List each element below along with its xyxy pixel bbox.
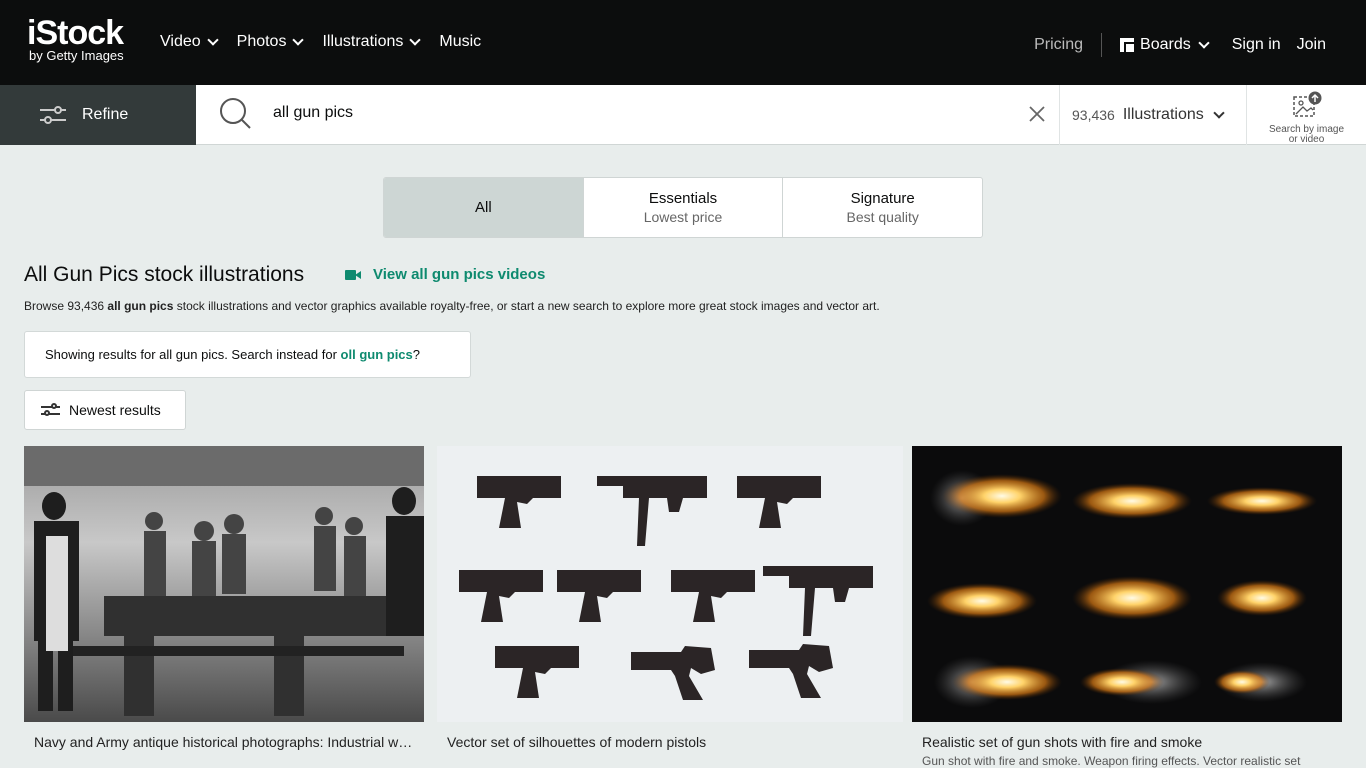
refine-label: Refine <box>82 106 129 123</box>
chevron-down-icon <box>1198 37 1210 49</box>
pricing-link[interactable]: Pricing <box>1034 36 1083 54</box>
video-camera-icon <box>345 269 361 280</box>
page-title: All Gun Pics stock illustrations <box>24 263 305 286</box>
chevron-down-icon <box>1213 107 1225 119</box>
search-by-image-label: Search by image or video <box>1268 124 1345 145</box>
nav-illustrations-label: Illustrations <box>322 33 404 50</box>
istock-logo[interactable]: iStock by Getty Images <box>27 16 124 63</box>
boards-button[interactable]: Boards <box>1120 36 1210 54</box>
nav-video-label: Video <box>160 33 201 50</box>
sort-label: Newest results <box>69 402 161 418</box>
asset-type-dropdown[interactable]: 93,436 Illustrations <box>1059 85 1246 145</box>
main-nav: Video Photos Illustrations Music <box>160 33 481 51</box>
sort-sliders-icon <box>41 403 60 417</box>
search-by-image-button[interactable]: Search by image or video <box>1246 85 1366 145</box>
nav-music[interactable]: Music <box>439 33 481 51</box>
view-videos-label: View all gun pics videos <box>373 266 546 283</box>
result-image[interactable] <box>912 446 1342 722</box>
result-caption[interactable]: Realistic set of gun shots with fire and… <box>922 734 1334 750</box>
browse-keyword: all gun pics <box>107 299 174 313</box>
nav-music-label: Music <box>439 33 482 50</box>
boards-label: Boards <box>1140 36 1191 53</box>
search-bar: Refine 93,436 Illustrations Search by im… <box>0 85 1366 145</box>
license-tabs: All Essentials Lowest price Signature Be… <box>383 177 983 238</box>
tab-essentials-sub: Lowest price <box>643 209 723 225</box>
result-image[interactable] <box>437 446 903 722</box>
result-image[interactable] <box>24 446 424 722</box>
account-nav: Pricing Boards Sign in Join <box>1034 33 1326 57</box>
tab-all[interactable]: All <box>384 178 584 237</box>
asset-type-label: Illustrations <box>1122 106 1204 123</box>
search-input[interactable] <box>273 104 973 122</box>
result-subcaption: Gun shot with fire and smoke. Weapon fir… <box>922 754 1301 768</box>
nav-divider <box>1101 33 1103 57</box>
logo-wordmark: iStock <box>27 14 124 52</box>
nav-photos-label: Photos <box>236 33 287 50</box>
image-upload-icon <box>1292 91 1321 117</box>
browse-suffix: stock illustrations and vector graphics … <box>173 299 880 313</box>
nav-illustrations[interactable]: Illustrations <box>322 33 422 51</box>
tab-essentials[interactable]: Essentials Lowest price <box>584 178 784 237</box>
nav-photos[interactable]: Photos <box>236 33 305 51</box>
result-count: 93,436 <box>1072 107 1115 123</box>
tab-signature-label: Signature <box>850 190 915 207</box>
browse-prefix: Browse 93,436 <box>24 299 108 313</box>
result-caption[interactable]: Vector set of silhouettes of modern pist… <box>447 734 893 750</box>
refine-button[interactable]: Refine <box>0 85 196 145</box>
suggestion-suffix: ? <box>412 347 421 362</box>
top-header: iStock by Getty Images Video Photos Illu… <box>0 0 1366 85</box>
tab-signature-sub: Best quality <box>846 209 919 225</box>
filter-sliders-icon <box>40 105 66 125</box>
suggestion-link[interactable]: oll gun pics <box>341 347 413 362</box>
sign-in-link[interactable]: Sign in <box>1232 36 1281 54</box>
tab-signature[interactable]: Signature Best quality <box>783 178 982 237</box>
result-caption[interactable]: Navy and Army antique historical photogr… <box>34 734 416 750</box>
spelling-suggestion: Showing results for all gun pics. Search… <box>24 331 471 378</box>
close-icon[interactable] <box>1028 105 1046 123</box>
chevron-down-icon <box>206 34 219 46</box>
sort-newest-button[interactable]: Newest results <box>24 390 186 430</box>
boards-icon <box>1120 38 1137 54</box>
browse-description: Browse 93,436 all gun pics stock illustr… <box>24 299 880 313</box>
view-videos-link[interactable]: View all gun pics videos <box>345 266 545 283</box>
search-icon <box>220 98 251 129</box>
suggestion-prefix: Showing results for all gun pics. Search… <box>45 347 341 362</box>
chevron-down-icon <box>292 34 305 46</box>
tab-all-label: All <box>475 199 492 216</box>
nav-video[interactable]: Video <box>160 33 219 51</box>
tab-essentials-label: Essentials <box>648 190 718 207</box>
logo-tagline: by Getty Images <box>29 48 124 63</box>
chevron-down-icon <box>409 34 422 46</box>
join-link[interactable]: Join <box>1297 36 1326 54</box>
